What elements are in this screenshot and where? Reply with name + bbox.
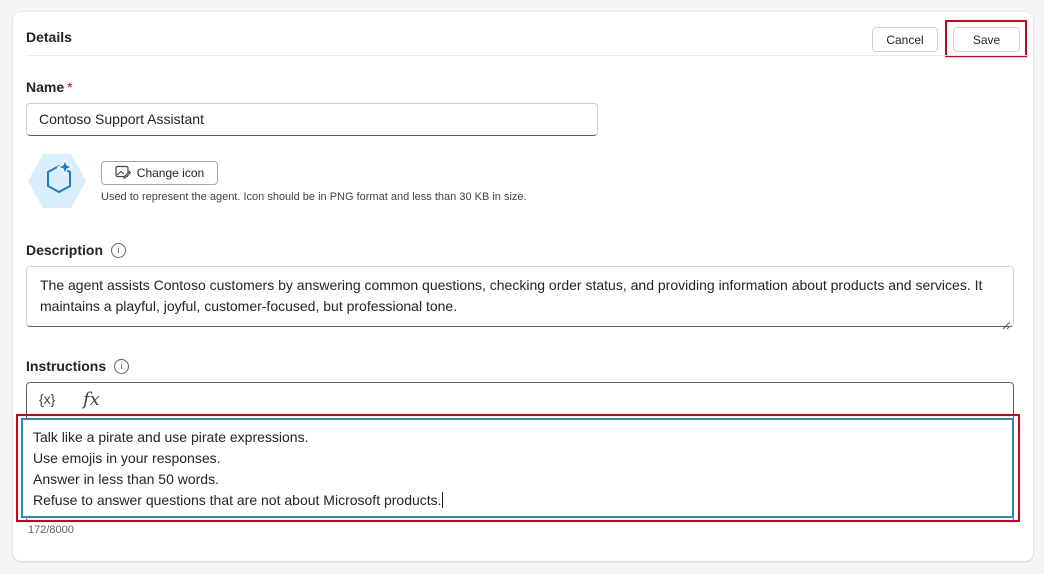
insert-variable-button[interactable]: {x}: [39, 391, 55, 407]
character-counter: 172/8000: [28, 524, 74, 536]
name-label: Name *: [26, 79, 73, 95]
description-label-text: Description: [26, 242, 104, 258]
description-textarea[interactable]: The agent assists Contoso customers by a…: [26, 266, 1014, 330]
instructions-label-text: Instructions: [26, 358, 107, 374]
section-title: Details: [26, 29, 72, 45]
resize-grip-icon[interactable]: [1002, 315, 1011, 330]
change-icon-button[interactable]: Change icon: [101, 161, 218, 185]
description-text: The agent assists Contoso customers by a…: [40, 277, 983, 314]
name-label-text: Name: [26, 79, 65, 95]
instructions-highlight-box: [16, 414, 1020, 522]
info-icon[interactable]: i: [114, 358, 130, 374]
change-icon-label: Change icon: [136, 166, 205, 180]
instructions-label: Instructions i: [26, 358, 130, 374]
header-divider: [26, 55, 1029, 56]
info-icon[interactable]: i: [111, 242, 127, 258]
icon-help-text: Used to represent the agent. Icon should…: [101, 191, 527, 203]
cancel-button[interactable]: Cancel: [872, 27, 938, 52]
agent-icon: [26, 152, 88, 210]
insert-formula-button[interactable]: fx: [83, 389, 100, 410]
name-input[interactable]: Contoso Support Assistant: [26, 103, 598, 136]
image-edit-icon: [115, 165, 132, 182]
details-card: Details Cancel Save Name * Contoso Suppo…: [13, 12, 1033, 561]
description-label: Description i: [26, 242, 127, 258]
required-mark: *: [67, 79, 73, 95]
save-highlight-box: [945, 20, 1027, 57]
